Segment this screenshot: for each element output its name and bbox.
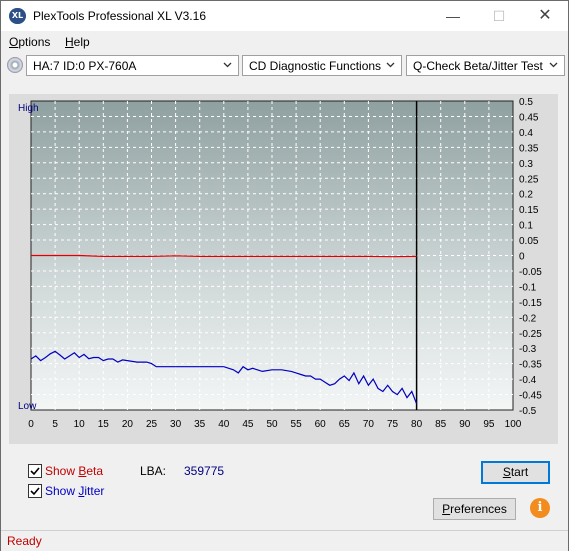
- start-button[interactable]: Start: [481, 461, 550, 484]
- status-bar: Ready: [1, 530, 568, 551]
- drive-select-value: HA:7 ID:0 PX-760A: [33, 59, 137, 73]
- y-tick-label: 0.25: [519, 174, 539, 185]
- menu-options[interactable]: Options: [9, 35, 50, 49]
- info-icon[interactable]: i: [530, 498, 550, 518]
- app-logo-icon: XL: [9, 8, 26, 24]
- disc-drive-icon: [7, 57, 23, 73]
- x-tick-label: 75: [387, 419, 399, 430]
- main-window: XL PlexTools Professional XL V3.16 — ☐ ✕…: [0, 0, 569, 551]
- y-tick-label: 0.35: [519, 143, 539, 154]
- show-jitter-checkbox[interactable]: [28, 484, 42, 498]
- x-tick-label: 15: [98, 419, 110, 430]
- x-tick-label: 45: [242, 419, 254, 430]
- y-tick-label: -0.2: [519, 313, 537, 324]
- test-select[interactable]: Q-Check Beta/Jitter Test: [406, 55, 565, 76]
- window-title: PlexTools Professional XL V3.16: [33, 9, 206, 23]
- show-beta-label[interactable]: Show Beta: [45, 464, 103, 478]
- y-tick-label: 0.5: [519, 97, 533, 108]
- lba-label: LBA:: [140, 464, 167, 478]
- x-tick-label: 0: [28, 419, 34, 430]
- menu-bar: Options Help: [1, 32, 568, 52]
- y-tick-label: -0.45: [519, 391, 542, 402]
- beta-jitter-chart: 0 5 10 15 20 25 30 35 40 45 50 55 60 65 70 75 80 85 90 95 10…: [28, 97, 542, 430]
- y-tick-label: 0.2: [519, 190, 533, 201]
- x-tick-label: 65: [339, 419, 351, 430]
- x-tick-label: 55: [291, 419, 303, 430]
- y-tick-label: -0.4: [519, 375, 537, 386]
- y-tick-label: -0.15: [519, 298, 542, 309]
- x-tick-label: 20: [122, 419, 134, 430]
- x-tick-label: 60: [315, 419, 327, 430]
- y-tick-label: -0.1: [519, 282, 537, 293]
- x-tick-label: 40: [218, 419, 230, 430]
- chevron-down-icon: [549, 62, 558, 68]
- title-bar: XL PlexTools Professional XL V3.16 — ☐ ✕: [1, 1, 568, 31]
- x-tick-label: 10: [74, 419, 86, 430]
- x-tick-label: 5: [52, 419, 58, 430]
- x-tick-label: 30: [170, 419, 182, 430]
- x-tick-label: 50: [266, 419, 278, 430]
- y-tick-label: 0: [519, 252, 525, 263]
- x-tick-label: 35: [194, 419, 206, 430]
- x-tick-label: 90: [459, 419, 471, 430]
- x-tick-label: 95: [483, 419, 495, 430]
- y-tick-label: -0.35: [519, 360, 542, 371]
- show-beta-checkbox[interactable]: [28, 464, 42, 478]
- y-tick-label: 0.3: [519, 159, 533, 170]
- maximize-button[interactable]: ☐: [476, 1, 522, 31]
- y-tick-label: -0.25: [519, 329, 542, 340]
- y-tick-label: 0.05: [519, 236, 539, 247]
- checkmark-icon: [30, 487, 40, 496]
- function-select[interactable]: CD Diagnostic Functions: [242, 55, 402, 76]
- drive-select[interactable]: HA:7 ID:0 PX-760A: [26, 55, 239, 76]
- x-tick-label: 70: [363, 419, 375, 430]
- chart-panel: 0 5 10 15 20 25 30 35 40 45 50 55 60 65 70 75 80 85 90 95 10…: [9, 94, 558, 444]
- x-tick-label: 80: [411, 419, 423, 430]
- y-tick-label: -0.05: [519, 267, 542, 278]
- function-select-value: CD Diagnostic Functions: [249, 59, 382, 73]
- y-tick-label: 0.1: [519, 221, 533, 232]
- show-jitter-label[interactable]: Show Jitter: [45, 484, 104, 498]
- checkmark-icon: [30, 467, 40, 476]
- x-tick-label: 85: [435, 419, 447, 430]
- y-tick-label: 0.4: [519, 128, 533, 139]
- chevron-down-icon: [386, 62, 395, 68]
- y-label-high: High: [18, 103, 39, 114]
- x-tick-label: 100: [505, 419, 522, 430]
- minimize-button[interactable]: —: [430, 1, 476, 31]
- chevron-down-icon: [223, 62, 232, 68]
- y-tick-label: -0.5: [519, 406, 537, 417]
- status-text: Ready: [7, 534, 42, 548]
- menu-help[interactable]: Help: [65, 35, 90, 49]
- y-tick-label: 0.15: [519, 205, 539, 216]
- x-tick-label: 25: [146, 419, 158, 430]
- y-tick-label: -0.3: [519, 344, 537, 355]
- y-tick-label: 0.45: [519, 112, 539, 123]
- lba-value: 359775: [184, 464, 225, 478]
- preferences-button[interactable]: Preferences: [433, 498, 516, 520]
- close-button[interactable]: ✕: [522, 1, 568, 31]
- test-select-value: Q-Check Beta/Jitter Test: [413, 59, 543, 73]
- y-label-low: Low: [18, 401, 37, 412]
